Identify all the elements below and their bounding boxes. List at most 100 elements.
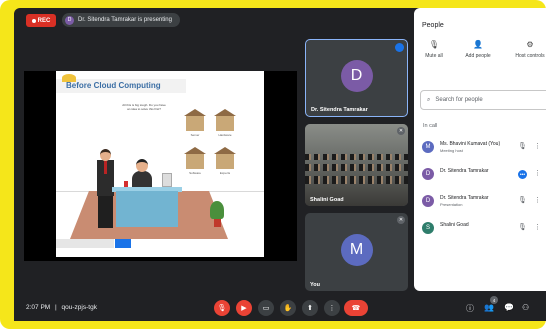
avatar: M	[422, 141, 434, 153]
clock-time: 2:07 PM	[26, 304, 51, 311]
list-item[interactable]: D Dr. Sitendra Tamrakar Presentation 🎙 ⋮	[420, 193, 546, 211]
house-label-server: Server	[190, 133, 200, 137]
classroom-video	[305, 124, 408, 206]
chat-icon[interactable]: 💬	[504, 303, 514, 312]
avatar: S	[422, 222, 434, 234]
businessman-legs	[98, 196, 113, 228]
avatar: D	[340, 60, 373, 92]
hand-icon: ✋	[283, 305, 293, 312]
avatar: D	[422, 195, 434, 207]
list-item[interactable]: D Dr. Sitendra Tamrakar ••• ⋮	[420, 166, 546, 184]
participant-name: Ms. Bhavini Kumavat (You)	[440, 141, 501, 147]
leave-call-button[interactable]: ☎	[344, 300, 368, 316]
server-house-icon	[186, 115, 204, 131]
participant-name: Dr. Sitendra Tamrakar	[440, 168, 489, 174]
list-item[interactable]: M Ms. Bhavini Kumavat (You) Meeting host…	[420, 139, 546, 157]
add-people-button[interactable]: 👤 Add people	[460, 40, 496, 59]
software-house-icon	[186, 153, 204, 169]
phone-hangup-icon: ☎	[351, 305, 361, 312]
action-label: Host controls	[515, 53, 545, 59]
student-row	[305, 154, 408, 160]
people-actions: 🎙 Mute all 👤 Add people ⚙ Host controls	[414, 40, 546, 70]
mic-off-icon: ✕	[397, 127, 405, 135]
speaking-indicator-icon	[395, 43, 404, 52]
search-icon: ⌕	[427, 96, 431, 103]
more-vert-icon: ⋮	[328, 305, 336, 312]
tile-name: You	[310, 282, 320, 288]
raise-hand-button[interactable]: ✋	[280, 300, 296, 316]
people-count-badge: 4	[490, 296, 498, 304]
mic-off-icon[interactable]: 🎙	[518, 142, 527, 150]
present-button[interactable]: ⬆	[302, 300, 318, 316]
mic-toggle-button[interactable]: 🎙	[214, 300, 230, 316]
in-call-label: In call	[423, 123, 438, 129]
record-dot-icon	[31, 18, 36, 23]
tile-classroom[interactable]: ✕ Shalini Goad	[305, 124, 408, 206]
worker-head	[136, 159, 148, 172]
action-label: Mute all	[425, 53, 443, 59]
desk	[116, 191, 178, 227]
house-label-software: Software	[189, 171, 201, 175]
bottom-toolbar: 2:07 PM | qou-zpjs-tgk 🎙 ▶ ▭ ✋ ⬆ ⋮ ☎ ⓘ 👥…	[14, 294, 546, 321]
camera-toggle-button[interactable]: ▶	[236, 300, 252, 316]
participant-name: Shalini Goad	[440, 222, 469, 228]
businessman-tie	[104, 160, 107, 174]
participant-name: Dr. Sitendra Tamrakar	[440, 195, 489, 201]
present-icon: ⬆	[307, 305, 313, 312]
share-info-bar	[56, 239, 114, 248]
mute-all-button[interactable]: 🎙 Mute all	[420, 40, 448, 59]
share-action-button[interactable]	[115, 239, 131, 248]
more-options-button[interactable]: ⋮	[324, 300, 340, 316]
host-controls-button[interactable]: ⚙ Host controls	[510, 40, 546, 59]
student-row	[305, 176, 408, 184]
presenting-text: Dr. Sitendra Tamrakar is presenting	[78, 17, 172, 23]
speaking-indicator-icon: •••	[518, 170, 527, 179]
hardware-house-icon	[216, 115, 234, 131]
captions-button[interactable]: ▭	[258, 300, 274, 316]
tile-self[interactable]: ✕ M You	[305, 213, 408, 291]
avatar: M	[340, 234, 373, 266]
search-placeholder: Search for people	[435, 97, 483, 103]
captions-icon: ▭	[262, 305, 270, 312]
mug-icon	[124, 181, 128, 187]
more-options-icon[interactable]: ⋮	[534, 196, 541, 204]
meeting-info: 2:07 PM | qou-zpjs-tgk	[26, 304, 97, 311]
recording-badge: REC	[26, 14, 56, 27]
mic-off-icon: 🎙	[428, 40, 440, 49]
meeting-code[interactable]: qou-zpjs-tgk	[62, 304, 97, 311]
search-input[interactable]: ⌕ Search for people	[420, 90, 546, 110]
mic-off-icon: ✕	[397, 216, 405, 224]
camera-off-icon: ▶	[241, 305, 247, 312]
experts-house-icon	[216, 153, 234, 169]
participant-role: Presentation	[440, 202, 463, 207]
more-options-icon[interactable]: ⋮	[534, 169, 541, 177]
recording-label: REC	[37, 17, 51, 24]
info-separator: |	[55, 304, 57, 311]
presenting-chip[interactable]: D Dr. Sitendra Tamrakar is presenting	[62, 13, 180, 27]
student-row	[305, 164, 408, 171]
slide-question: All this is big tough. Do you have an id…	[122, 103, 166, 111]
participant-role: Meeting host	[440, 148, 463, 153]
presentation-slide: Before Cloud Computing All this is big t…	[56, 71, 264, 257]
plant-pot-icon	[214, 219, 221, 227]
slide-title: Before Cloud Computing	[66, 81, 161, 90]
house-label-experts: Experts	[219, 171, 231, 175]
list-item[interactable]: S Shalini Goad 🎙 ⋮	[420, 220, 546, 238]
info-icon[interactable]: ⓘ	[466, 303, 474, 314]
mic-off-icon[interactable]: 🎙	[518, 223, 527, 231]
mic-off-icon[interactable]: 🎙	[518, 196, 527, 204]
businessman-head	[100, 149, 111, 161]
tile-name: Dr. Sitendra Tamrakar	[311, 107, 368, 113]
tile-presenter[interactable]: D Dr. Sitendra Tamrakar	[305, 39, 408, 117]
person-add-icon: 👤	[473, 40, 483, 49]
shared-screen[interactable]: Before Cloud Computing All this is big t…	[24, 71, 297, 261]
more-options-icon[interactable]: ⋮	[534, 142, 541, 150]
more-options-icon[interactable]: ⋮	[534, 223, 541, 231]
people-icon[interactable]: 👥	[484, 303, 494, 312]
panel-title: People	[422, 22, 444, 29]
activities-icon[interactable]: ⚇	[522, 303, 529, 312]
monitor-icon	[162, 173, 172, 187]
avatar: D	[422, 168, 434, 180]
mic-off-icon: 🎙	[217, 305, 227, 312]
presenter-avatar: D	[65, 15, 74, 25]
